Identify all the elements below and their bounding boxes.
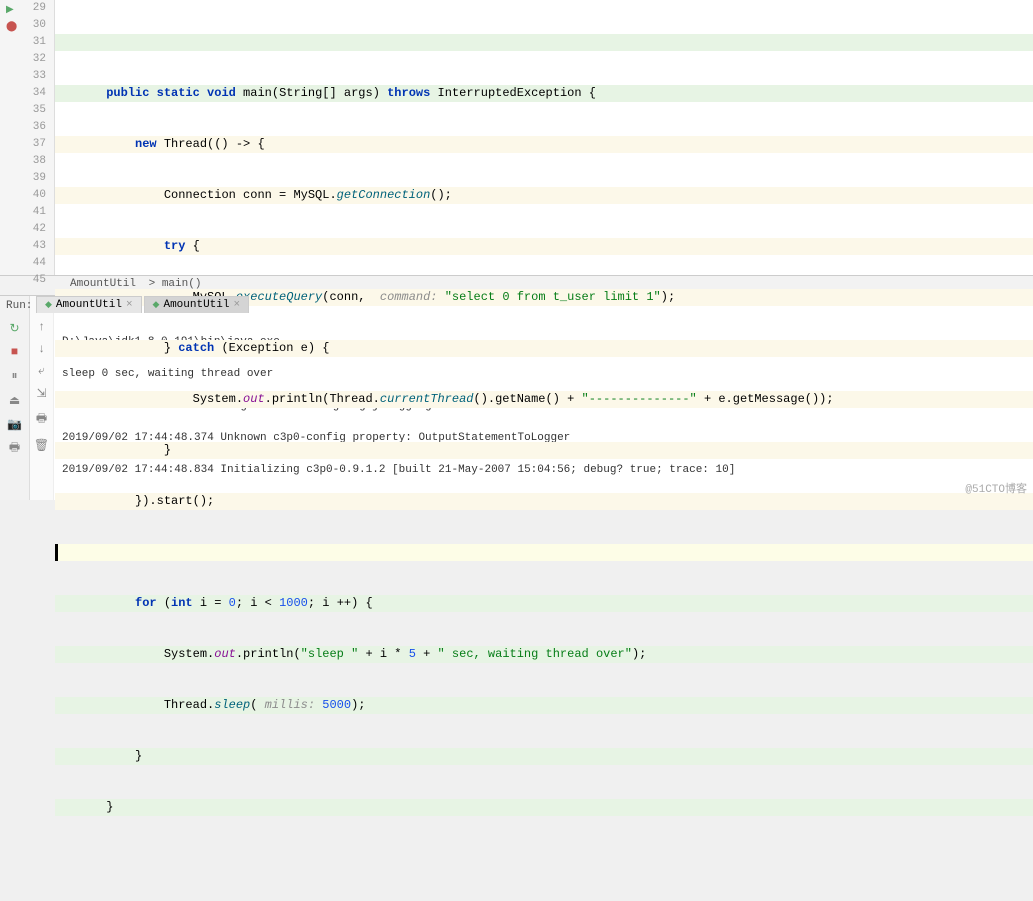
rerun-button[interactable]: ↻ [7, 320, 23, 336]
clear-icon[interactable]: 🗑 [34, 438, 49, 453]
close-icon[interactable]: × [233, 299, 240, 311]
run-label: Run: [6, 300, 32, 312]
pause-button[interactable]: ⏸ [7, 368, 23, 384]
close-icon[interactable]: × [126, 299, 133, 311]
down-icon[interactable]: ↓ [38, 342, 45, 356]
wrap-icon[interactable]: ⤶ [38, 364, 45, 378]
run-gutter-icon[interactable]: ▶ [6, 2, 14, 19]
print-button[interactable]: 🖶 [7, 440, 23, 456]
class-icon: ◆ [153, 300, 160, 310]
watermark: @51CTO博客 [965, 480, 1027, 496]
code-editor[interactable]: ▶ ⬤ 29 30 31 32 33 34 35 36 37 38 39 40 … [0, 0, 1033, 275]
run-tab-active[interactable]: ◆AmountUtil× [144, 296, 250, 313]
run-tab[interactable]: ◆AmountUtil× [36, 296, 142, 313]
stop-button[interactable]: ■ [7, 344, 23, 360]
run-tabs: ◆AmountUtil× ◆AmountUtil× [36, 296, 249, 313]
print-icon[interactable]: 🖶 [36, 409, 47, 430]
breakpoint-icon[interactable]: ⬤ [6, 19, 17, 36]
run-toolbar: ↻ ■ ⏸ ⏏ 📷 🖶 [0, 296, 30, 500]
up-icon[interactable]: ↑ [38, 320, 45, 334]
code-area[interactable]: public static void main(String[] args) t… [55, 0, 1033, 275]
console-gutter: ↑ ↓ ⤶ ⇲ 🖶 🗑 [30, 296, 54, 500]
dump-button[interactable]: 📷 [7, 416, 23, 432]
exit-button[interactable]: ⏏ [7, 392, 23, 408]
line-gutter: ▶ ⬤ 29 30 31 32 33 34 35 36 37 38 39 40 … [0, 0, 55, 275]
current-line [55, 544, 1033, 561]
scroll-icon[interactable]: ⇲ [36, 386, 46, 401]
class-icon: ◆ [45, 300, 52, 310]
